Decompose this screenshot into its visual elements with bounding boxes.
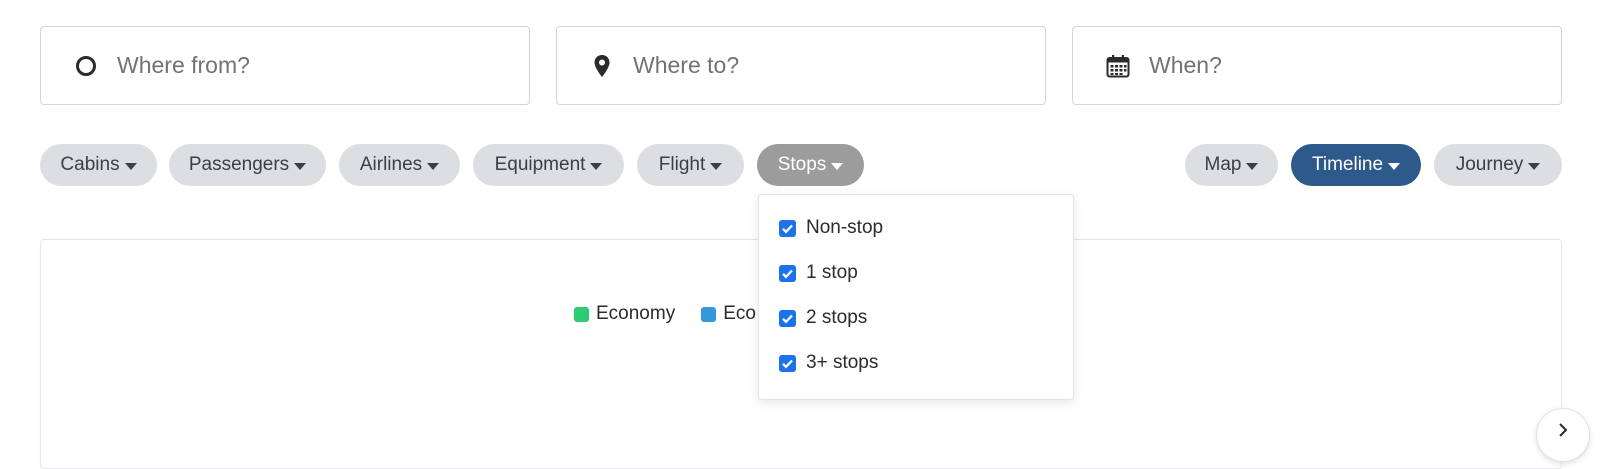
- cabins-filter-button[interactable]: Cabins: [40, 144, 157, 186]
- timeline-view-button[interactable]: Timeline: [1291, 144, 1421, 186]
- stops-option-label: 2 stops: [806, 307, 868, 328]
- caret-down-icon: [710, 162, 723, 170]
- map-view-label: Map: [1204, 154, 1242, 175]
- next-button[interactable]: [1536, 408, 1590, 462]
- caret-down-icon: [1528, 162, 1541, 170]
- journey-view-label: Journey: [1455, 154, 1524, 175]
- legend-item-economy[interactable]: Economy: [574, 303, 675, 325]
- legend-label: Eco: [723, 303, 756, 324]
- caret-down-icon: [831, 162, 844, 170]
- legend-label: Economy: [596, 303, 676, 324]
- cabins-filter-label: Cabins: [60, 154, 120, 175]
- stops-option-label: Non-stop: [806, 217, 884, 238]
- stops-option-label: 3+ stops: [806, 352, 879, 373]
- origin-field[interactable]: [40, 26, 530, 105]
- stops-filter-label: Stops: [777, 154, 827, 175]
- calendar-icon: [1106, 54, 1130, 78]
- checkbox-checked-icon[interactable]: [779, 354, 796, 372]
- stops-option-2-stops[interactable]: 2 stops: [779, 307, 867, 329]
- airlines-filter-label: Airlines: [359, 154, 423, 175]
- legend-item-eco[interactable]: Eco: [701, 303, 756, 325]
- destination-input[interactable]: [633, 52, 1013, 79]
- caret-down-icon: [124, 162, 137, 170]
- map-pin-icon: [590, 54, 614, 78]
- date-field[interactable]: [1072, 26, 1562, 105]
- chart-legend: Economy Eco: [574, 303, 756, 325]
- flight-filter-button[interactable]: Flight: [637, 144, 744, 186]
- chevron-right-icon: [1556, 422, 1570, 443]
- stops-option-nonstop[interactable]: Non-stop: [779, 217, 883, 239]
- timeline-view-label: Timeline: [1311, 154, 1384, 175]
- stops-option-1-stop[interactable]: 1 stop: [779, 262, 858, 284]
- map-view-button[interactable]: Map: [1185, 144, 1278, 186]
- airlines-filter-button[interactable]: Airlines: [339, 144, 460, 186]
- stops-option-3-plus-stops[interactable]: 3+ stops: [779, 352, 878, 374]
- stops-option-label: 1 stop: [806, 262, 858, 283]
- circle-icon: [74, 54, 98, 78]
- stops-dropdown: Non-stop 1 stop 2 stops 3+ stops: [758, 194, 1074, 400]
- origin-input[interactable]: [117, 52, 497, 79]
- legend-swatch: [574, 306, 589, 322]
- equipment-filter-button[interactable]: Equipment: [473, 144, 624, 186]
- journey-view-button[interactable]: Journey: [1434, 144, 1562, 186]
- caret-down-icon: [1388, 162, 1401, 170]
- caret-down-icon: [294, 162, 307, 170]
- caret-down-icon: [427, 162, 440, 170]
- passengers-filter-button[interactable]: Passengers: [169, 144, 326, 186]
- checkbox-checked-icon[interactable]: [779, 309, 796, 327]
- search-row: [40, 26, 1562, 105]
- passengers-filter-label: Passengers: [188, 154, 290, 175]
- destination-field[interactable]: [556, 26, 1046, 105]
- caret-down-icon: [590, 162, 603, 170]
- checkbox-checked-icon[interactable]: [779, 264, 796, 282]
- stops-filter-button[interactable]: Stops: [757, 144, 864, 186]
- date-input[interactable]: [1149, 52, 1529, 79]
- checkbox-checked-icon[interactable]: [779, 219, 796, 237]
- equipment-filter-label: Equipment: [494, 154, 586, 175]
- flight-filter-label: Flight: [658, 154, 706, 175]
- caret-down-icon: [1246, 162, 1259, 170]
- legend-swatch: [701, 306, 717, 322]
